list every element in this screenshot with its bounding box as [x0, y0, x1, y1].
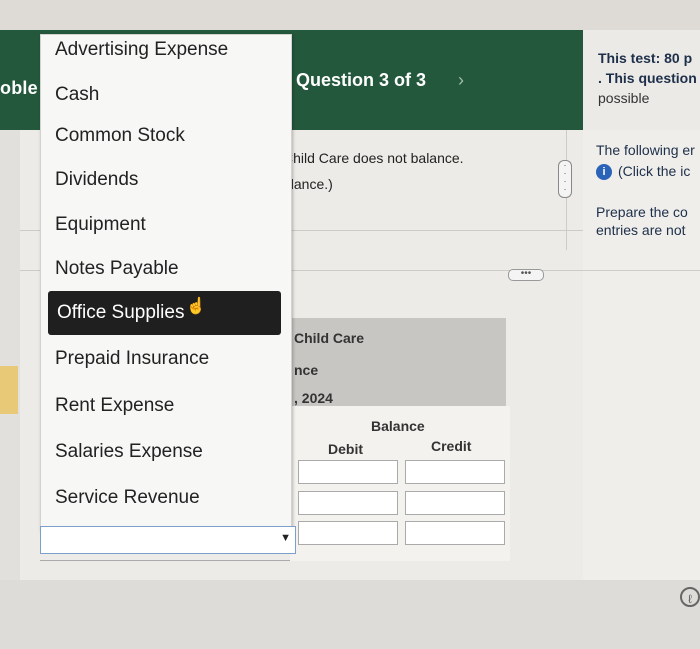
credit-input[interactable]: [405, 521, 505, 545]
dropdown-option[interactable]: Rent Expense: [55, 395, 174, 417]
bottom-area: [0, 580, 700, 649]
dropdown-option[interactable]: Service Revenue: [55, 487, 200, 509]
problem-label: oble: [0, 78, 38, 98]
instructions-line-2: i (Click the ic: [596, 163, 691, 181]
dropdown-option[interactable]: Cash: [55, 84, 99, 106]
account-select[interactable]: [40, 560, 290, 581]
question-prompt: Child Care does not balance. alance.): [283, 145, 464, 197]
dropdown-option[interactable]: Salaries Expense: [55, 441, 203, 463]
instructions-line-1: The following er: [596, 142, 695, 158]
right-column: [583, 130, 700, 580]
dropdown-option[interactable]: Notes Payable: [55, 258, 179, 280]
account-select[interactable]: ▼: [40, 526, 296, 554]
dropdown-option-highlighted[interactable]: Office Supplies: [48, 291, 281, 335]
next-question-icon[interactable]: ›: [458, 70, 464, 91]
debit-header: Debit: [328, 441, 363, 457]
top-strip: [0, 0, 700, 30]
instructions-line-3: Prepare the co: [596, 204, 688, 220]
panel-resize-handle[interactable]: · · · ·: [558, 160, 572, 198]
click-icon-text: (Click the ic: [618, 163, 691, 179]
question-indicator: Question 3 of 3: [296, 70, 427, 90]
debit-input[interactable]: [298, 460, 398, 484]
info-icon[interactable]: i: [596, 164, 612, 181]
debit-input[interactable]: [298, 491, 398, 515]
prompt-line-1: Child Care does not balance.: [283, 150, 464, 166]
points-possible: possible: [598, 90, 650, 106]
credit-header: Credit: [431, 438, 472, 454]
statement-date: , 2024: [294, 390, 333, 406]
test-info: This test: 80 p . This question possible: [598, 48, 697, 108]
statement-title: nce: [294, 362, 319, 378]
clock-icon[interactable]: ℓ: [680, 587, 700, 607]
test-points: This test: 80 p: [598, 50, 693, 66]
dropdown-option[interactable]: Prepaid Insurance: [55, 348, 209, 370]
dropdown-option[interactable]: Common Stock: [55, 125, 185, 147]
status-marker: [0, 366, 18, 414]
debit-input[interactable]: [298, 521, 398, 545]
dropdown-option[interactable]: Advertising Expense: [55, 39, 228, 61]
instructions-line-4: entries are not: [596, 222, 686, 238]
credit-input[interactable]: [405, 460, 505, 484]
expand-more-button[interactable]: •••: [508, 269, 544, 281]
company-name: Child Care: [294, 330, 365, 346]
left-stripe: [0, 130, 20, 580]
hand-cursor-icon: ☝: [186, 298, 206, 315]
account-dropdown-list: Advertising Expense Cash Common Stock Di…: [40, 34, 292, 531]
balance-header: Balance: [371, 418, 425, 434]
dropdown-option[interactable]: Dividends: [55, 169, 138, 191]
dropdown-option[interactable]: Equipment: [55, 214, 146, 236]
question-points: . This question: [598, 70, 697, 86]
credit-input[interactable]: [405, 491, 505, 515]
prompt-line-2: alance.): [283, 176, 333, 192]
dropdown-arrow-icon[interactable]: ▼: [280, 532, 291, 544]
